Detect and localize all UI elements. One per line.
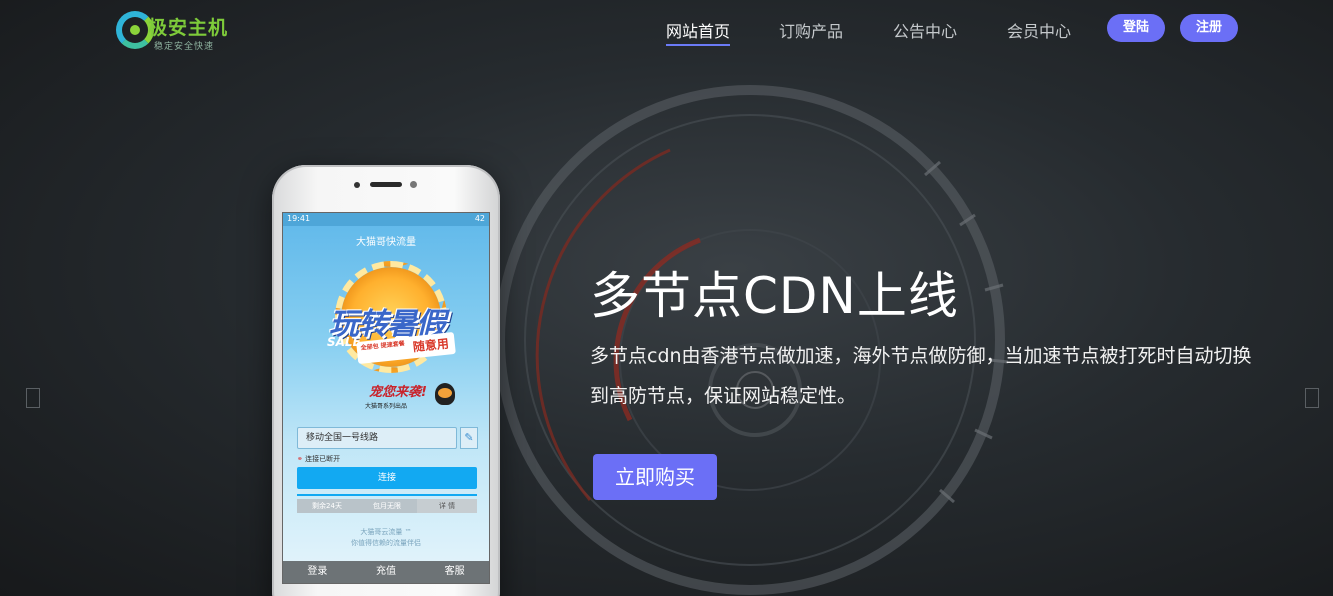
connect-button[interactable]: 连接 <box>297 467 477 489</box>
carousel-next-button[interactable] <box>1305 388 1319 408</box>
tab-recharge[interactable]: 充值 <box>352 561 421 583</box>
site-logo[interactable]: 极安主机 稳定安全快速 <box>116 9 236 53</box>
phone-sensor <box>410 181 417 188</box>
edit-icon[interactable]: ✎ <box>460 427 478 449</box>
speedometer-dial-graphic <box>495 85 1009 595</box>
logo-title: 极安主机 <box>148 17 229 39</box>
promo-banner: 玩转暑假 SALE 全部包 提速套餐 随意用 宠您来袭! 大猫哥系列出品 <box>305 257 469 410</box>
stat-details[interactable]: 详 情 <box>417 499 477 513</box>
logo-subtitle: 稳定安全快速 <box>154 42 215 52</box>
connection-progress <box>297 494 477 496</box>
line-select[interactable]: 移动全国一号线路 <box>297 427 457 449</box>
register-button[interactable]: 注册 <box>1180 14 1239 42</box>
stat-monthly-unlimited: 包月无限 <box>373 502 401 510</box>
plan-stats: 剩余24天 包月无限 详 情 <box>297 499 477 513</box>
footer-line-2: 你值得信赖的流量伴侣 <box>351 539 421 547</box>
nav-item-order-products[interactable]: 订购产品 <box>779 18 843 42</box>
link-icon: ⚭ <box>297 455 303 463</box>
stat-days-remaining: 剩余24天 <box>312 502 342 510</box>
app-tab-bar: 登录 充值 客服 <box>283 561 489 583</box>
hero-title: 多节点CDN上线 <box>590 267 959 325</box>
site-header: 极安主机 稳定安全快速 网站首页 订购产品 公告中心 会员中心 登陆 注册 <box>0 0 1333 58</box>
nav-item-announcements[interactable]: 公告中心 <box>893 18 957 42</box>
nav-item-home[interactable]: 网站首页 <box>666 18 731 46</box>
phone-screen: 19:41 42 大猫哥快流量 玩转暑假 SALE 全部包 提速套餐 随意用 宠… <box>282 212 490 584</box>
connection-status: ⚭ 连接已断开 <box>297 454 340 464</box>
phone-speaker <box>370 182 402 187</box>
phone-camera <box>354 182 360 188</box>
cat-mascot-icon <box>435 383 455 405</box>
nav-item-member-center[interactable]: 会员中心 <box>1007 18 1071 42</box>
carousel-prev-button[interactable] <box>26 388 40 408</box>
app-footer-note: 大猫哥云流量 ™ 你值得信赖的流量伴侣 <box>283 527 489 549</box>
phone-status-bar: 19:41 42 <box>283 213 489 226</box>
buy-now-button[interactable]: 立即购买 <box>593 454 717 500</box>
footer-line-1: 大猫哥云流量 ™ <box>360 528 412 536</box>
status-time: 19:41 <box>287 214 311 223</box>
banner-tag-small: 全部包 提速套餐 <box>360 340 405 352</box>
login-button[interactable]: 登陆 <box>1107 14 1166 42</box>
phone-mockup: 19:41 42 大猫哥快流量 玩转暑假 SALE 全部包 提速套餐 随意用 宠… <box>272 165 500 596</box>
tab-login[interactable]: 登录 <box>283 561 352 583</box>
banner-credit: 大猫哥系列出品 <box>365 403 408 410</box>
connection-status-text: 连接已断开 <box>305 455 341 463</box>
banner-tag-text: 随意用 <box>412 336 450 355</box>
hero-description: 多节点cdn由香港节点做加速，海外节点做防御，当加速节点被打死时自动切换到高防节… <box>590 345 1252 407</box>
tab-support[interactable]: 客服 <box>420 561 489 583</box>
app-title: 大猫哥快流量 <box>356 237 416 248</box>
status-battery: 42 <box>474 214 485 223</box>
banner-slogan: 宠您来袭! <box>369 385 427 400</box>
